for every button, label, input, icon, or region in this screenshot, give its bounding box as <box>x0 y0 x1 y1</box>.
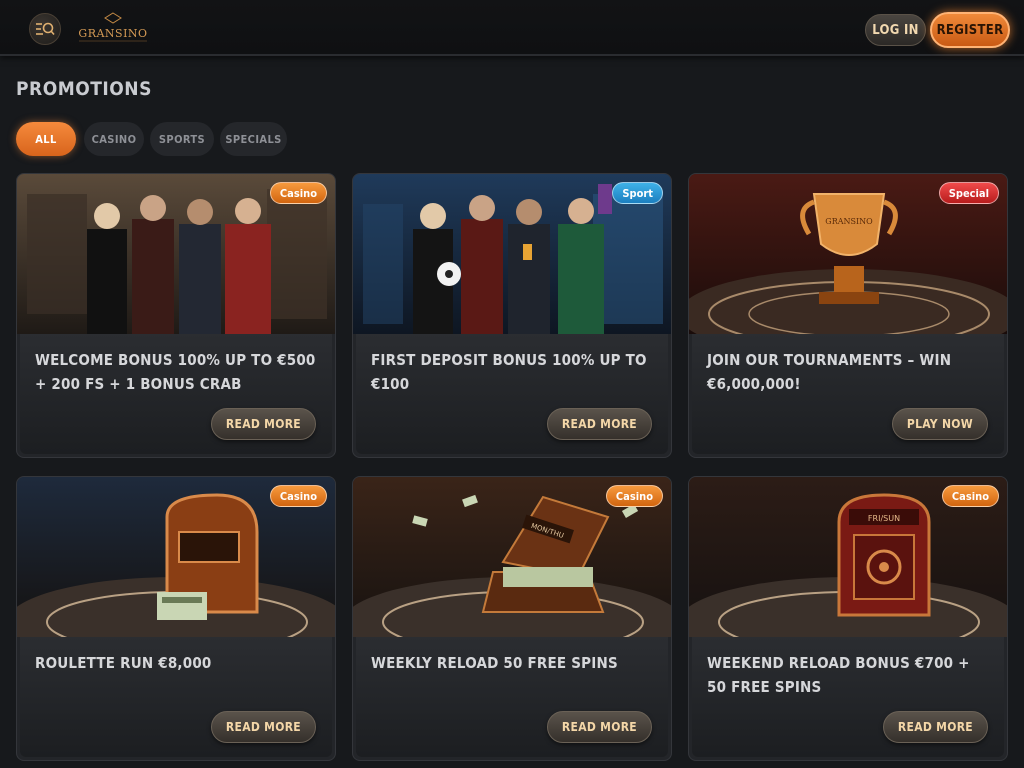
category-badge: Casino <box>941 485 999 507</box>
menu-search-button[interactable] <box>29 13 61 45</box>
promo-card-first-deposit[interactable]: Sport FIRST DEPOSIT BONUS 100% UP TO €10… <box>352 173 672 458</box>
promo-title: WEEKEND RELOAD BONUS €700 + 50 FREE SPIN… <box>707 654 970 696</box>
gransino-logo[interactable]: GRANSINO <box>77 12 149 44</box>
promo-card-tournaments[interactable]: GRANSINO Special JOIN OUR TOURNAMENTS – … <box>688 173 1008 458</box>
promo-title: WELCOME BONUS 100% UP TO €500 + 200 FS +… <box>35 351 316 393</box>
card-body: WEEKEND RELOAD BONUS €700 + 50 FREE SPIN… <box>692 637 1004 757</box>
category-badge: Casino <box>605 485 663 507</box>
card-body: FIRST DEPOSIT BONUS 100% UP TO €100 READ… <box>356 334 668 454</box>
category-badge: Sport <box>612 182 663 204</box>
promo-title: ROULETTE RUN €8,000 <box>35 654 212 672</box>
read-more-button[interactable]: READ MORE <box>546 711 652 743</box>
filter-sports[interactable]: SPORTS <box>150 122 214 156</box>
read-more-button[interactable]: READ MORE <box>546 408 652 440</box>
category-badge: Casino <box>269 485 327 507</box>
card-body: JOIN OUR TOURNAMENTS – WIN €6,000,000! P… <box>692 334 1004 454</box>
register-button[interactable]: REGISTER <box>930 12 1010 48</box>
category-badge: Casino <box>269 182 327 204</box>
promo-title: WEEKLY RELOAD 50 FREE SPINS <box>371 654 618 672</box>
promo-title: JOIN OUR TOURNAMENTS – WIN €6,000,000! <box>707 351 952 393</box>
filter-all[interactable]: ALL <box>16 122 76 156</box>
logo-text: GRANSINO <box>78 27 147 40</box>
filter-specials[interactable]: SPECIALS <box>220 122 287 156</box>
safe-label: FRI/SUN <box>868 514 900 523</box>
promo-card-weekend-reload[interactable]: FRI/SUN Casino WEEKEND RELOAD BONUS €700… <box>688 476 1008 761</box>
card-body: WEEKLY RELOAD 50 FREE SPINS READ MORE <box>356 637 668 757</box>
read-more-button[interactable]: READ MORE <box>210 408 316 440</box>
play-now-button[interactable]: PLAY NOW <box>891 408 988 440</box>
category-badge: Special <box>938 182 999 204</box>
filter-casino[interactable]: CASINO <box>84 122 144 156</box>
promo-title: FIRST DEPOSIT BONUS 100% UP TO €100 <box>371 351 647 393</box>
read-more-button[interactable]: READ MORE <box>882 711 988 743</box>
page-title: PROMOTIONS <box>16 78 152 100</box>
promo-card-welcome-bonus[interactable]: Casino WELCOME BONUS 100% UP TO €500 + 2… <box>16 173 336 458</box>
card-body: ROULETTE RUN €8,000 READ MORE <box>20 637 332 757</box>
trophy-engraving: GRANSINO <box>825 217 873 226</box>
promo-card-roulette-run[interactable]: Casino ROULETTE RUN €8,000 READ MORE <box>16 476 336 761</box>
read-more-button[interactable]: READ MORE <box>210 711 316 743</box>
menu-search-icon <box>36 22 55 36</box>
promo-card-weekly-reload[interactable]: MON/THU Casino WEEKLY RELOAD 50 FREE SPI… <box>352 476 672 761</box>
card-body: WELCOME BONUS 100% UP TO €500 + 200 FS +… <box>20 334 332 454</box>
top-bar: GRANSINO LOG IN REGISTER <box>0 0 1024 56</box>
login-button[interactable]: LOG IN <box>865 14 926 46</box>
